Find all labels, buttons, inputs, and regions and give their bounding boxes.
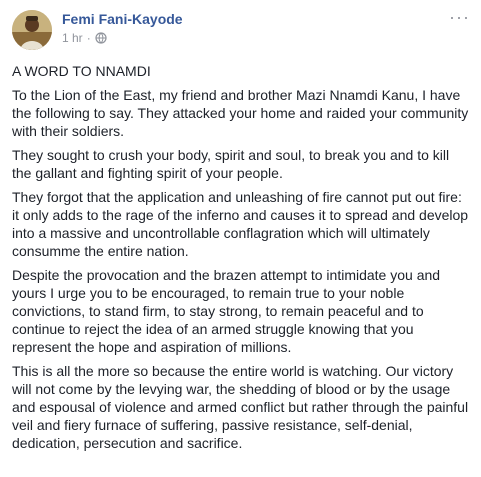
- post-paragraph: They sought to crush your body, spirit a…: [12, 147, 450, 181]
- post-paragraph: They forgot that the application and unl…: [12, 189, 469, 259]
- post-body: A WORD TO NNAMDI To the Lion of the East…: [12, 62, 472, 458]
- post-paragraph: This is all the more so because the enti…: [12, 363, 469, 451]
- post-header: Femi Fani-Kayode 1 hr · ···: [12, 8, 472, 50]
- avatar[interactable]: [12, 10, 52, 50]
- post-title: A WORD TO NNAMDI: [12, 63, 151, 79]
- post-meta: 1 hr ·: [62, 31, 107, 45]
- meta-separator: ·: [86, 31, 91, 45]
- post-timestamp[interactable]: 1 hr: [62, 31, 83, 45]
- avatar-photo: [12, 10, 52, 50]
- facebook-post: Femi Fani-Kayode 1 hr · ··· A WORD TO NN…: [0, 0, 481, 477]
- author-name[interactable]: Femi Fani-Kayode: [62, 11, 183, 27]
- globe-icon[interactable]: [95, 32, 107, 44]
- more-options-icon[interactable]: ···: [449, 8, 470, 26]
- post-paragraph: To the Lion of the East, my friend and b…: [12, 87, 469, 139]
- post-paragraph: Despite the provocation and the brazen a…: [12, 267, 441, 355]
